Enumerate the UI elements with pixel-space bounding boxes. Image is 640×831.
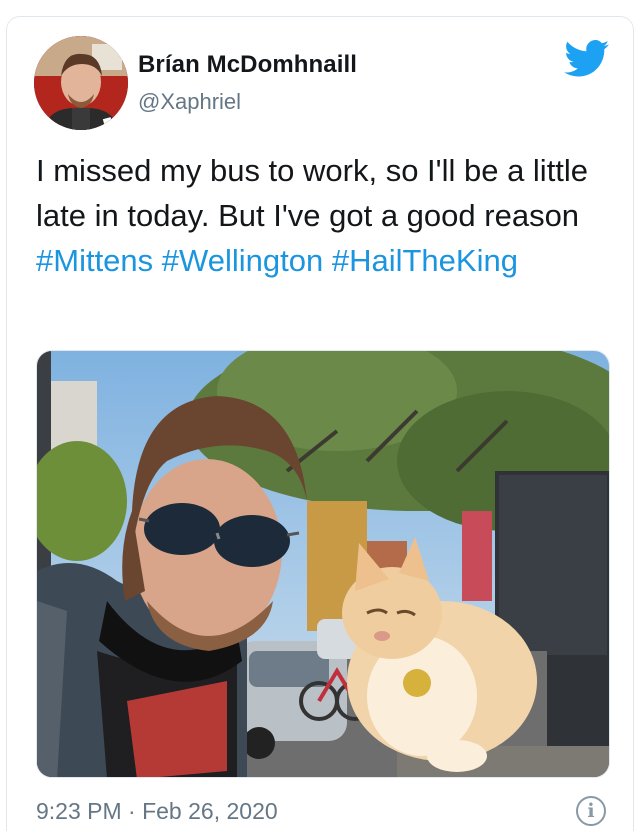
author-name[interactable]: Brían McDomhnaill (138, 51, 357, 79)
tweet-body-text: I missed my bus to work, so I'll be a li… (36, 153, 589, 233)
hashtag-wellington[interactable]: #Wellington (162, 243, 323, 278)
tweet-photo[interactable] (36, 350, 610, 778)
tweet-timestamp[interactable]: 9:23 PM · Feb 26, 2020 (36, 798, 278, 825)
twitter-bird-icon[interactable] (564, 40, 610, 78)
hashtag-hailtheking[interactable]: #HailTheKing (332, 243, 518, 278)
author-avatar[interactable] (34, 36, 128, 130)
info-circle-icon[interactable]: i (576, 796, 606, 826)
tweet-text: I missed my bus to work, so I'll be a li… (36, 148, 616, 283)
author-handle[interactable]: @Xaphriel (138, 89, 241, 115)
hashtag-mittens[interactable]: #Mittens (36, 243, 153, 278)
